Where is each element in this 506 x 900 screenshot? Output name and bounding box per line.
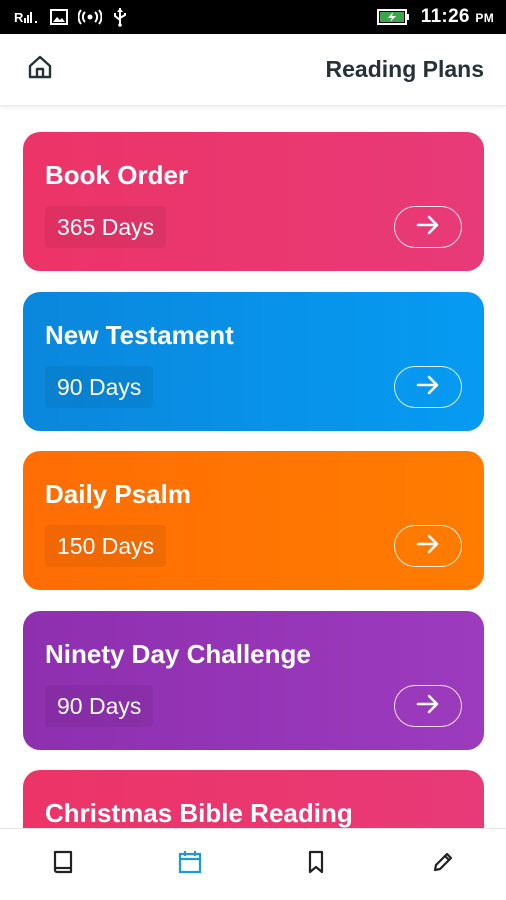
plan-title: Book Order <box>45 160 189 190</box>
plan-days: 90 Days <box>45 685 154 727</box>
arrow-right-icon <box>415 374 441 401</box>
home-button[interactable] <box>26 54 54 85</box>
plan-days: 90 Days <box>45 366 154 408</box>
plan-title: Ninety Day Challenge <box>45 639 311 669</box>
svg-text:R: R <box>14 10 24 25</box>
app-bar: Reading Plans <box>0 34 506 106</box>
plan-days: 150 Days <box>45 525 167 567</box>
plan-list[interactable]: Book Order 365 Days New Testament 90 Day… <box>0 106 506 828</box>
bookmark-icon <box>305 849 327 880</box>
plan-title: Daily Psalm <box>45 479 191 509</box>
plan-title: Christmas Bible Reading <box>45 798 353 828</box>
arrow-right-icon <box>415 214 441 241</box>
plan-card-book-order[interactable]: Book Order 365 Days <box>23 132 484 271</box>
nav-calendar[interactable] <box>160 835 220 895</box>
plan-card-ninety-day-challenge[interactable]: Ninety Day Challenge 90 Days <box>23 611 484 750</box>
page-title: Reading Plans <box>325 56 484 82</box>
plan-card-christmas-bible-reading[interactable]: Christmas Bible Reading <box>23 770 484 828</box>
battery-charging-icon <box>376 8 411 26</box>
arrow-right-icon <box>415 533 441 560</box>
plan-card-daily-psalm[interactable]: Daily Psalm 150 Days <box>23 451 484 590</box>
nav-bookmark[interactable] <box>286 835 346 895</box>
open-plan-button[interactable] <box>394 366 462 408</box>
plan-card-new-testament[interactable]: New Testament 90 Days <box>23 292 484 431</box>
calendar-icon <box>177 849 203 880</box>
arrow-right-icon <box>415 693 441 720</box>
book-icon <box>51 849 75 880</box>
open-plan-button[interactable] <box>394 685 462 727</box>
open-plan-button[interactable] <box>394 206 462 248</box>
home-icon <box>27 54 53 85</box>
plan-title: New Testament <box>45 320 234 350</box>
pencil-icon <box>431 850 455 879</box>
usb-icon <box>112 7 128 27</box>
bottom-nav <box>0 828 506 900</box>
status-bar: R 11:26 PM <box>0 0 506 34</box>
hotspot-icon <box>78 9 102 25</box>
signal-icon: R <box>14 8 40 26</box>
open-plan-button[interactable] <box>394 525 462 567</box>
image-icon <box>50 9 68 25</box>
status-time: 11:26 PM <box>420 6 494 27</box>
nav-notes[interactable] <box>413 835 473 895</box>
plan-days: 365 Days <box>45 206 167 248</box>
nav-book[interactable] <box>33 835 93 895</box>
